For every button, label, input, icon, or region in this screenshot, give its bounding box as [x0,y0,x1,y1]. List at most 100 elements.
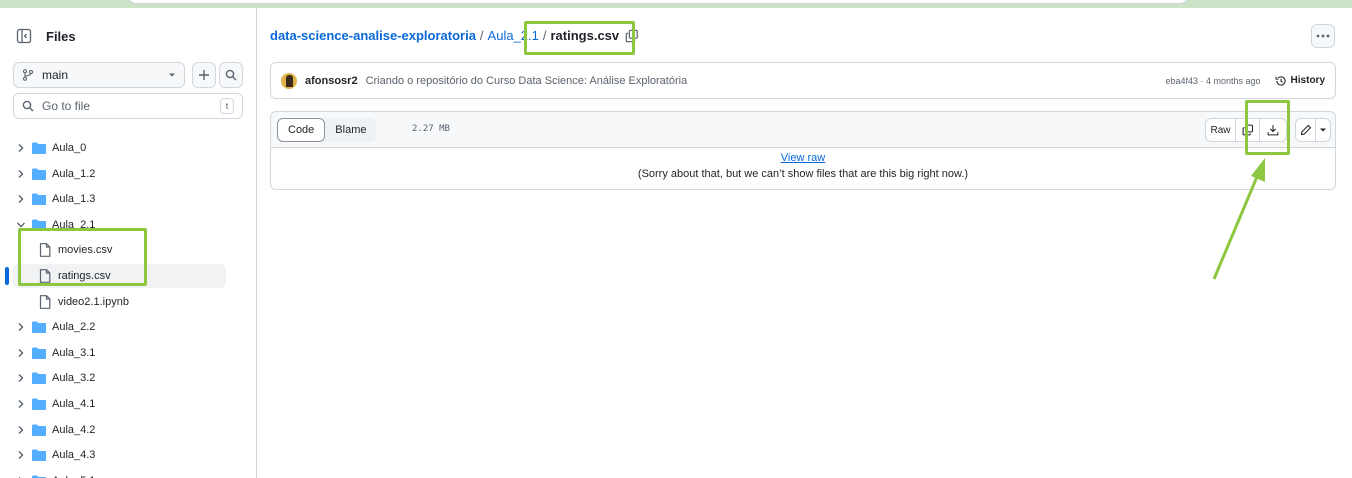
file-body: View raw (Sorry about that, but we can’t… [271,148,1335,182]
tree-folder-item[interactable]: Aula_4.3 [0,443,226,467]
file-header: Code Blame 2.27 MB Raw [271,112,1335,148]
tree-file-item[interactable]: ratings.csv [13,264,226,288]
folder-icon [32,193,46,205]
tree-folder-item[interactable]: Aula_0 [0,136,226,160]
chevron-right-icon[interactable] [16,143,26,153]
pencil-icon [1300,124,1311,136]
folder-icon [32,449,46,461]
search-icon [225,69,237,81]
tree-folder-item[interactable]: Aula_3.1 [0,341,226,365]
view-mode-segmented-control: Code Blame [277,118,377,142]
tree-folder-item[interactable]: Aula_2.2 [0,315,226,339]
selected-indicator [5,267,9,285]
tree-item-label: ratings.csv [58,270,111,282]
history-icon [1275,75,1286,86]
collapse-sidebar-icon[interactable] [14,26,34,46]
folder-icon [32,398,46,410]
tree-folder-item[interactable]: Aula_4.2 [0,418,226,442]
address-bar-edge [128,0,1188,4]
avatar[interactable] [281,72,297,89]
breadcrumb-repo-link[interactable]: data-science-analise-exploratoria [270,28,476,43]
chevron-right-icon[interactable] [16,399,26,409]
file-tree-sidebar: Files main t Aula_0 Aula_1.2 Aula_1.3 Aula_… [0,8,257,478]
browser-top-strip [0,0,1352,8]
tree-item-label: Aula_4.3 [52,449,96,461]
tree-folder-item[interactable]: Aula_1.3 [0,187,226,211]
breadcrumb-folder-link[interactable]: Aula_2.1 [488,28,539,43]
tree-folder-item[interactable]: Aula_4.1 [0,392,226,416]
breadcrumb-current-file: ratings.csv [550,28,620,43]
plus-icon [199,70,209,80]
chevron-right-icon[interactable] [16,450,26,460]
copy-path-icon[interactable] [625,29,639,43]
search-icon [22,100,34,112]
caret-down-icon [169,73,175,77]
breadcrumb-separator: / [479,28,484,43]
file-icon [39,243,51,257]
kebab-horizontal-icon [1316,34,1330,38]
tree-folder-item[interactable]: Aula_1.2 [0,162,226,186]
commit-meta[interactable]: eba4f43 · 4 months ago [1165,76,1260,86]
branch-selector[interactable]: main [13,62,185,88]
chevron-right-icon[interactable] [16,194,26,204]
go-to-file-input[interactable] [42,99,212,113]
chevron-right-icon[interactable] [16,348,26,358]
folder-icon [32,372,46,384]
download-raw-button[interactable] [1260,119,1286,141]
file-icon [39,295,51,309]
edit-group [1295,118,1331,142]
more-options-button[interactable] [1311,24,1335,48]
file-icon [39,269,51,283]
chevron-right-icon[interactable] [16,322,26,332]
tree-item-label: Aula_0 [52,142,87,154]
git-branch-icon [22,69,34,81]
tree-item-label: Aula_1.3 [52,193,96,205]
tree-folder-item[interactable]: Aula_2.1 [0,213,226,237]
history-button[interactable]: History [1275,75,1325,87]
search-files-button[interactable] [219,62,243,88]
tree-item-label: Aula_2.2 [52,321,96,333]
history-label: History [1290,75,1325,86]
download-icon [1267,125,1279,136]
caret-down-icon [1320,128,1326,132]
sidebar-title: Files [46,28,76,44]
folder-icon [32,347,46,359]
commit-message[interactable]: Criando o repositório do Curso Data Scie… [366,75,1166,87]
go-to-file-field[interactable]: t [13,93,243,119]
tree-item-label: video2.1.ipynb [58,296,129,308]
copy-raw-button[interactable] [1236,119,1260,141]
tree-file-item[interactable]: video2.1.ipynb [0,290,226,314]
view-raw-link[interactable]: View raw [271,150,1335,166]
tree-file-item[interactable]: movies.csv [0,238,226,262]
add-file-button[interactable] [192,62,216,88]
tree-item-label: Aula_1.2 [52,168,96,180]
folder-icon [32,142,46,154]
folder-icon [32,219,46,231]
tree-item-label: Aula_3.1 [52,347,96,359]
file-viewer: Code Blame 2.27 MB Raw View raw (Sorry a… [270,111,1336,190]
folder-icon [32,168,46,180]
tree-item-label: Aula_2.1 [52,219,96,231]
chevron-right-icon[interactable] [16,169,26,179]
file-too-big-message: (Sorry about that, but we can’t show fil… [637,168,969,180]
raw-copy-download-group: Raw [1205,118,1287,142]
tree-item-label: movies.csv [58,244,113,256]
chevron-right-icon[interactable] [16,373,26,383]
folder-icon [32,424,46,436]
tree-folder-item[interactable]: Aula_3.2 [0,366,226,390]
folder-icon [32,321,46,333]
tab-blame[interactable]: Blame [325,118,376,142]
sidebar-header: Files [14,26,76,46]
tab-code[interactable]: Code [277,118,326,142]
commit-author[interactable]: afonsosr2 [305,75,358,87]
tree-item-label: Aula_4.2 [52,424,96,436]
edit-file-button[interactable] [1296,119,1316,141]
raw-button[interactable]: Raw [1206,119,1236,141]
latest-commit-bar: afonsosr2 Criando o repositório do Curso… [270,62,1336,99]
chevron-right-icon[interactable] [16,425,26,435]
breadcrumb-separator: / [542,28,547,43]
edit-options-dropdown[interactable] [1316,119,1330,141]
chevron-down-icon[interactable] [16,220,26,230]
tree-folder-item[interactable]: Aula_5.1 [0,469,226,478]
branch-name: main [42,68,69,82]
